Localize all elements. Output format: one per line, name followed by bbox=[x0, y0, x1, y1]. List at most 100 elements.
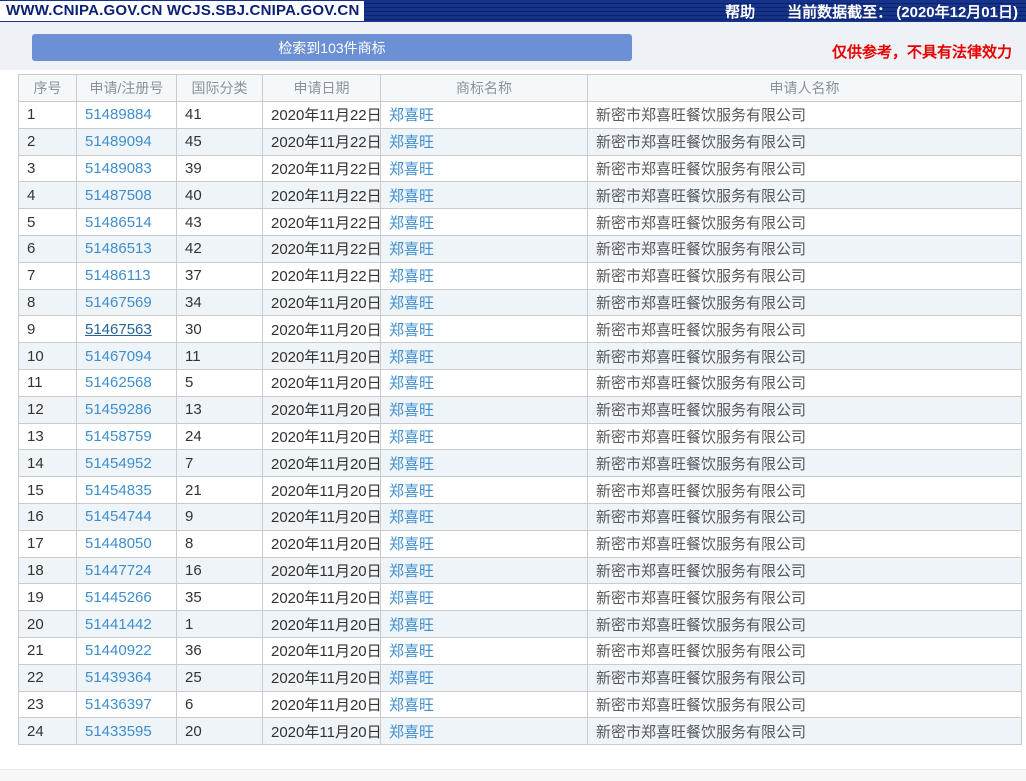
mark-name-link[interactable]: 郑喜旺 bbox=[389, 241, 434, 258]
applicant-cell: 新密市郑喜旺餐饮服务有限公司 bbox=[587, 556, 1022, 585]
reg-number-link[interactable]: 51440922 bbox=[85, 642, 152, 659]
mark-name-link[interactable]: 郑喜旺 bbox=[389, 563, 434, 580]
reg-number-cell: 51439364 bbox=[76, 663, 177, 692]
data-cutoff-text: 当前数据截至： (2020年12月01日) bbox=[787, 3, 1018, 21]
reg-number-link[interactable]: 51486514 bbox=[85, 214, 152, 231]
table-row: 3 51489083 39 2020年11月22日 郑喜旺 新密市郑喜旺餐饮服务… bbox=[18, 154, 1022, 183]
mark-name-link[interactable]: 郑喜旺 bbox=[389, 349, 434, 366]
reg-number-link[interactable]: 51462568 bbox=[85, 374, 152, 391]
mark-name-link[interactable]: 郑喜旺 bbox=[389, 724, 434, 741]
mark-name-link[interactable]: 郑喜旺 bbox=[389, 670, 434, 687]
mark-name-cell: 郑喜旺 bbox=[380, 181, 588, 210]
mark-name-link[interactable]: 郑喜旺 bbox=[389, 536, 434, 553]
intl-class-cell: 24 bbox=[176, 422, 263, 451]
table-row: 10 51467094 11 2020年11月20日 郑喜旺 新密市郑喜旺餐饮服… bbox=[18, 342, 1022, 370]
mark-name-cell: 郑喜旺 bbox=[380, 690, 588, 719]
mark-name-cell: 郑喜旺 bbox=[380, 208, 588, 236]
intl-class-cell: 6 bbox=[176, 690, 263, 719]
mark-name-link[interactable]: 郑喜旺 bbox=[389, 134, 434, 151]
reg-number-cell: 51458759 bbox=[76, 422, 177, 451]
applicant-cell: 新密市郑喜旺餐饮服务有限公司 bbox=[587, 422, 1022, 451]
table-row: 6 51486513 42 2020年11月22日 郑喜旺 新密市郑喜旺餐饮服务… bbox=[18, 234, 1022, 263]
index-cell: 14 bbox=[18, 449, 77, 478]
reg-number-link[interactable]: 51489094 bbox=[85, 133, 152, 150]
index-cell: 20 bbox=[18, 610, 77, 638]
reg-number-link[interactable]: 51448050 bbox=[85, 535, 152, 552]
mark-name-link[interactable]: 郑喜旺 bbox=[389, 161, 434, 178]
app-date-cell: 2020年11月22日 bbox=[262, 208, 381, 236]
table-row: 9 51467563 30 2020年11月20日 郑喜旺 新密市郑喜旺餐饮服务… bbox=[18, 315, 1022, 344]
reg-number-link[interactable]: 51459286 bbox=[85, 401, 152, 418]
applicant-cell: 新密市郑喜旺餐饮服务有限公司 bbox=[587, 127, 1022, 156]
mark-name-link[interactable]: 郑喜旺 bbox=[389, 509, 434, 526]
app-date-cell: 2020年11月20日 bbox=[262, 556, 381, 585]
mark-name-link[interactable]: 郑喜旺 bbox=[389, 429, 434, 446]
mark-name-link[interactable]: 郑喜旺 bbox=[389, 617, 434, 634]
mark-name-link[interactable]: 郑喜旺 bbox=[389, 456, 434, 473]
results-tbody: 1 51489884 41 2020年11月22日 郑喜旺 新密市郑喜旺餐饮服务… bbox=[18, 101, 1022, 746]
app-date-cell: 2020年11月20日 bbox=[262, 422, 381, 451]
applicant-cell: 新密市郑喜旺餐饮服务有限公司 bbox=[587, 529, 1022, 558]
reg-number-link[interactable]: 51439364 bbox=[85, 669, 152, 686]
results-table: 序号 申请/注册号 国际分类 申请日期 商标名称 申请人名称 1 5148988… bbox=[18, 74, 1022, 746]
reg-number-link[interactable]: 51486513 bbox=[85, 240, 152, 257]
applicant-cell: 新密市郑喜旺餐饮服务有限公司 bbox=[587, 476, 1022, 504]
reg-number-link[interactable]: 51489884 bbox=[85, 106, 152, 123]
mark-name-link[interactable]: 郑喜旺 bbox=[389, 268, 434, 285]
applicant-cell: 新密市郑喜旺餐饮服务有限公司 bbox=[587, 449, 1022, 478]
index-cell: 18 bbox=[18, 556, 77, 585]
reg-number-link[interactable]: 51458759 bbox=[85, 428, 152, 445]
reg-number-cell: 51459286 bbox=[76, 395, 177, 424]
mark-name-link[interactable]: 郑喜旺 bbox=[389, 215, 434, 232]
mark-name-link[interactable]: 郑喜旺 bbox=[389, 483, 434, 500]
index-cell: 1 bbox=[18, 101, 77, 129]
header-row: 序号 申请/注册号 国际分类 申请日期 商标名称 申请人名称 bbox=[18, 74, 1022, 102]
mark-name-link[interactable]: 郑喜旺 bbox=[389, 107, 434, 124]
reg-number-link[interactable]: 51454744 bbox=[85, 508, 152, 525]
app-date-cell: 2020年11月20日 bbox=[262, 636, 381, 665]
app-date-cell: 2020年11月20日 bbox=[262, 717, 381, 746]
reg-number-link[interactable]: 51445266 bbox=[85, 589, 152, 606]
intl-class-cell: 40 bbox=[176, 181, 263, 210]
reg-number-link[interactable]: 51447724 bbox=[85, 562, 152, 579]
reg-number-link[interactable]: 51489083 bbox=[85, 160, 152, 177]
reg-number-link[interactable]: 51486113 bbox=[85, 267, 151, 284]
mark-name-link[interactable]: 郑喜旺 bbox=[389, 322, 434, 339]
index-cell: 17 bbox=[18, 529, 77, 558]
mark-name-cell: 郑喜旺 bbox=[380, 368, 588, 397]
reg-number-link[interactable]: 51436397 bbox=[85, 696, 152, 713]
reg-number-link[interactable]: 51467563 bbox=[85, 321, 152, 338]
mark-name-link[interactable]: 郑喜旺 bbox=[389, 590, 434, 607]
mark-name-link[interactable]: 郑喜旺 bbox=[389, 402, 434, 419]
intl-class-cell: 43 bbox=[176, 208, 263, 236]
app-date-cell: 2020年11月22日 bbox=[262, 154, 381, 183]
reg-number-link[interactable]: 51467569 bbox=[85, 294, 152, 311]
intl-class-cell: 8 bbox=[176, 529, 263, 558]
mark-name-link[interactable]: 郑喜旺 bbox=[389, 188, 434, 205]
reg-number-cell: 51486113 bbox=[76, 261, 177, 290]
mark-name-link[interactable]: 郑喜旺 bbox=[389, 375, 434, 392]
reg-number-link[interactable]: 51454835 bbox=[85, 482, 152, 499]
column-header-reg-number: 申请/注册号 bbox=[76, 74, 177, 102]
mark-name-link[interactable]: 郑喜旺 bbox=[389, 697, 434, 714]
applicant-cell: 新密市郑喜旺餐饮服务有限公司 bbox=[587, 502, 1022, 531]
mark-name-link[interactable]: 郑喜旺 bbox=[389, 295, 434, 312]
reg-number-link[interactable]: 51487508 bbox=[85, 187, 152, 204]
intl-class-cell: 42 bbox=[176, 234, 263, 263]
reg-number-link[interactable]: 51454952 bbox=[85, 455, 152, 472]
reg-number-link[interactable]: 51467094 bbox=[85, 348, 152, 365]
mark-name-cell: 郑喜旺 bbox=[380, 502, 588, 531]
reg-number-cell: 51454744 bbox=[76, 502, 177, 531]
table-row: 23 51436397 6 2020年11月20日 郑喜旺 新密市郑喜旺餐饮服务… bbox=[18, 690, 1022, 719]
column-header-intl-class: 国际分类 bbox=[176, 74, 263, 102]
intl-class-cell: 16 bbox=[176, 556, 263, 585]
index-cell: 24 bbox=[18, 717, 77, 746]
intl-class-cell: 1 bbox=[176, 610, 263, 638]
mark-name-cell: 郑喜旺 bbox=[380, 234, 588, 263]
reg-number-link[interactable]: 51433595 bbox=[85, 723, 152, 740]
applicant-cell: 新密市郑喜旺餐饮服务有限公司 bbox=[587, 690, 1022, 719]
reg-number-link[interactable]: 51441442 bbox=[85, 616, 152, 633]
mark-name-link[interactable]: 郑喜旺 bbox=[389, 643, 434, 660]
column-header-mark-name: 商标名称 bbox=[380, 74, 588, 102]
help-link[interactable]: 帮助 bbox=[725, 1, 755, 22]
